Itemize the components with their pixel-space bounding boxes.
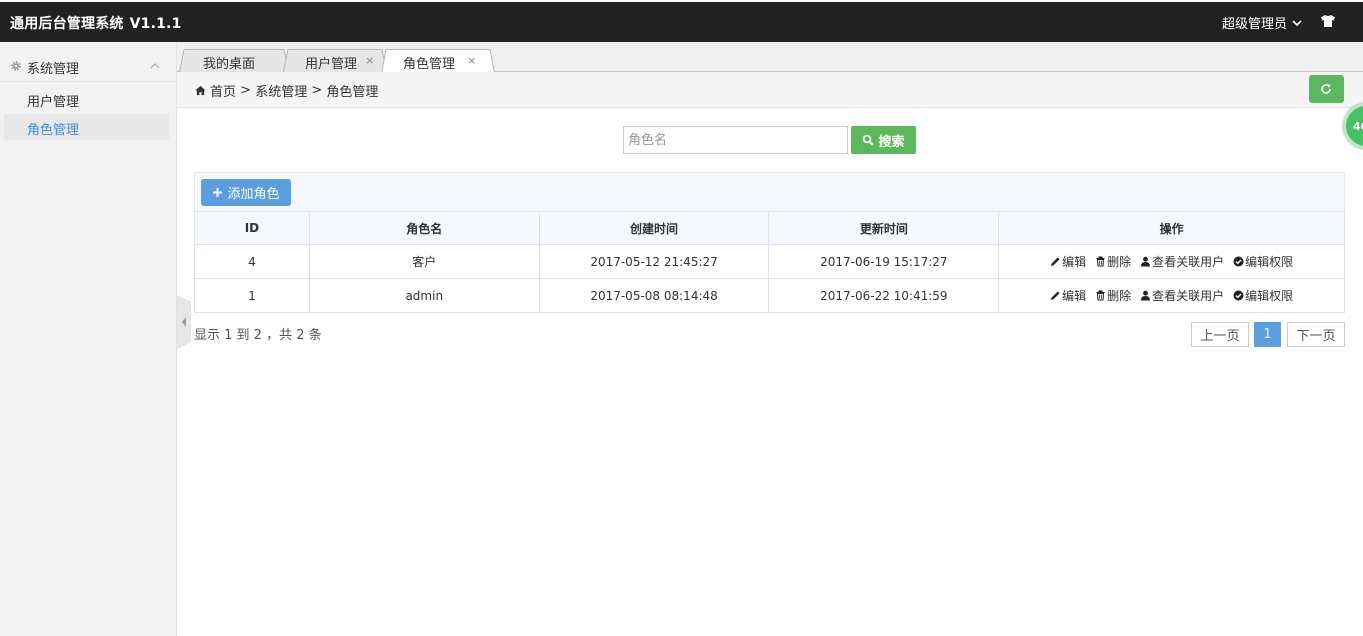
tab-role-management[interactable]: 角色管理 × <box>381 49 495 73</box>
tab-desktop[interactable]: 我的桌面 <box>179 49 289 72</box>
cell-role-name: admin <box>308 278 540 313</box>
home-icon <box>195 85 206 96</box>
table-row: 1 admin 2017-05-08 08:14:48 2017-06-22 1… <box>194 278 1345 313</box>
cell-actions: 编辑 删除 查看关联用户 编辑权限 <box>998 278 1345 313</box>
tab-user-management[interactable]: 用户管理 × <box>283 49 387 72</box>
search-button[interactable]: 搜索 <box>851 126 916 154</box>
edit-label: 编辑 <box>1062 255 1087 269</box>
breadcrumb-bar: 首页 > 系统管理 > 角色管理 <box>177 72 1363 108</box>
table-header-row: ID 角色名 创建时间 更新时间 操作 <box>194 211 1345 245</box>
sidebar-item-label: 用户管理 <box>27 95 80 110</box>
column-header-role-name[interactable]: 角色名 <box>308 211 540 245</box>
column-header-actions: 操作 <box>998 211 1345 245</box>
sidebar: 系统管理 用户管理 角色管理 <box>0 42 177 636</box>
table-toolbar: 添加角色 <box>194 172 1345 212</box>
plus-icon <box>213 188 223 197</box>
shirt-icon[interactable] <box>1320 14 1336 28</box>
table-row: 4 客户 2017-05-12 21:45:27 2017-06-19 15:1… <box>194 244 1345 279</box>
sidebar-item-user-management[interactable]: 用户管理 <box>4 86 169 112</box>
page-number-current[interactable]: 1 <box>1254 322 1281 347</box>
tab-label: 角色管理 <box>403 57 456 72</box>
cell-actions: 编辑 删除 查看关联用户 编辑权限 <box>998 244 1345 279</box>
add-role-label: 添加角色 <box>227 187 280 202</box>
edit-link[interactable]: 编辑 <box>1050 253 1086 270</box>
tab-label: 我的桌面 <box>203 57 256 72</box>
edit-permissions-link[interactable]: 编辑权限 <box>1233 253 1293 270</box>
chevron-up-icon <box>150 63 160 69</box>
top-navbar: 通用后台管理系统 V1.1.1 超级管理员 <box>0 2 1363 42</box>
pagination-summary: 显示 1 到 2 ，共 2 条 <box>194 328 322 343</box>
tab-bar: 我的桌面 用户管理 × 角色管理 × <box>177 42 1363 73</box>
cell-id: 4 <box>194 244 310 279</box>
breadcrumb-separator: > <box>236 83 256 98</box>
view-users-label: 查看关联用户 <box>1152 255 1225 269</box>
cell-role-name: 客户 <box>308 244 540 279</box>
cell-updated: 2017-06-22 10:41:59 <box>768 278 1000 313</box>
app-name: 通用后台管理系统 <box>10 16 124 32</box>
trash-icon <box>1096 290 1105 301</box>
column-header-created[interactable]: 创建时间 <box>538 211 770 245</box>
view-users-link[interactable]: 查看关联用户 <box>1140 253 1224 270</box>
tab-label: 用户管理 <box>305 57 358 72</box>
gear-icon <box>11 61 21 71</box>
delete-label: 删除 <box>1107 255 1132 269</box>
search-icon <box>863 134 874 146</box>
cell-created: 2017-05-08 08:14:48 <box>538 278 770 313</box>
chevron-down-icon <box>1292 19 1302 26</box>
view-users-label: 查看关联用户 <box>1152 289 1225 303</box>
breadcrumb-separator: > <box>307 83 327 98</box>
user-menu[interactable]: 超级管理员 <box>1222 13 1302 32</box>
column-header-id[interactable]: ID <box>194 211 310 245</box>
edit-link[interactable]: 编辑 <box>1050 287 1086 304</box>
user-icon <box>1141 256 1151 267</box>
breadcrumb-level2: 角色管理 <box>326 85 379 100</box>
pencil-icon <box>1051 257 1060 266</box>
breadcrumb-level1[interactable]: 系统管理 <box>255 81 307 100</box>
close-icon[interactable]: × <box>467 54 476 67</box>
close-icon[interactable]: × <box>365 54 374 67</box>
edit-permissions-label: 编辑权限 <box>1245 255 1294 269</box>
delete-label: 删除 <box>1107 289 1132 303</box>
check-circle-icon <box>1233 256 1244 267</box>
sidebar-group-system[interactable]: 系统管理 <box>0 50 176 82</box>
sidebar-group-label: 系统管理 <box>27 62 80 77</box>
cell-id: 1 <box>194 278 310 313</box>
app-title[interactable]: 通用后台管理系统 V1.1.1 <box>10 13 182 33</box>
role-name-search-input[interactable] <box>623 126 848 154</box>
breadcrumb-home[interactable]: 首页 <box>210 81 236 100</box>
check-circle-icon <box>1233 290 1244 301</box>
badge-value: 46 <box>1353 120 1363 133</box>
user-name: 超级管理员 <box>1222 17 1288 32</box>
next-page-button[interactable]: 下一页 <box>1287 322 1345 347</box>
role-table: ID 角色名 创建时间 更新时间 操作 4 客户 2017-05-12 21:4… <box>194 211 1345 313</box>
view-users-link[interactable]: 查看关联用户 <box>1140 287 1224 304</box>
sidebar-collapse-handle[interactable] <box>177 295 191 349</box>
user-icon <box>1141 290 1151 301</box>
prev-page-button[interactable]: 上一页 <box>1191 322 1249 347</box>
cell-created: 2017-05-12 21:45:27 <box>538 244 770 279</box>
pencil-icon <box>1051 291 1060 300</box>
app-version: V1.1.1 <box>129 16 182 32</box>
add-role-button[interactable]: 添加角色 <box>201 179 291 206</box>
floating-badge[interactable]: 46 <box>1343 103 1363 149</box>
cell-updated: 2017-06-19 15:17:27 <box>768 244 1000 279</box>
trash-icon <box>1096 256 1105 267</box>
edit-label: 编辑 <box>1062 289 1087 303</box>
refresh-button[interactable] <box>1309 75 1344 103</box>
refresh-icon <box>1321 84 1331 94</box>
chevron-left-icon <box>182 317 186 327</box>
column-header-updated[interactable]: 更新时间 <box>768 211 1000 245</box>
sidebar-item-role-management[interactable]: 角色管理 <box>4 114 169 140</box>
breadcrumb: 首页 > 系统管理 > 角色管理 <box>195 81 378 100</box>
edit-permissions-link[interactable]: 编辑权限 <box>1233 287 1293 304</box>
sidebar-item-label: 角色管理 <box>27 123 80 138</box>
search-button-label: 搜索 <box>878 134 905 150</box>
delete-link[interactable]: 删除 <box>1095 287 1131 304</box>
delete-link[interactable]: 删除 <box>1095 253 1131 270</box>
edit-permissions-label: 编辑权限 <box>1245 289 1294 303</box>
